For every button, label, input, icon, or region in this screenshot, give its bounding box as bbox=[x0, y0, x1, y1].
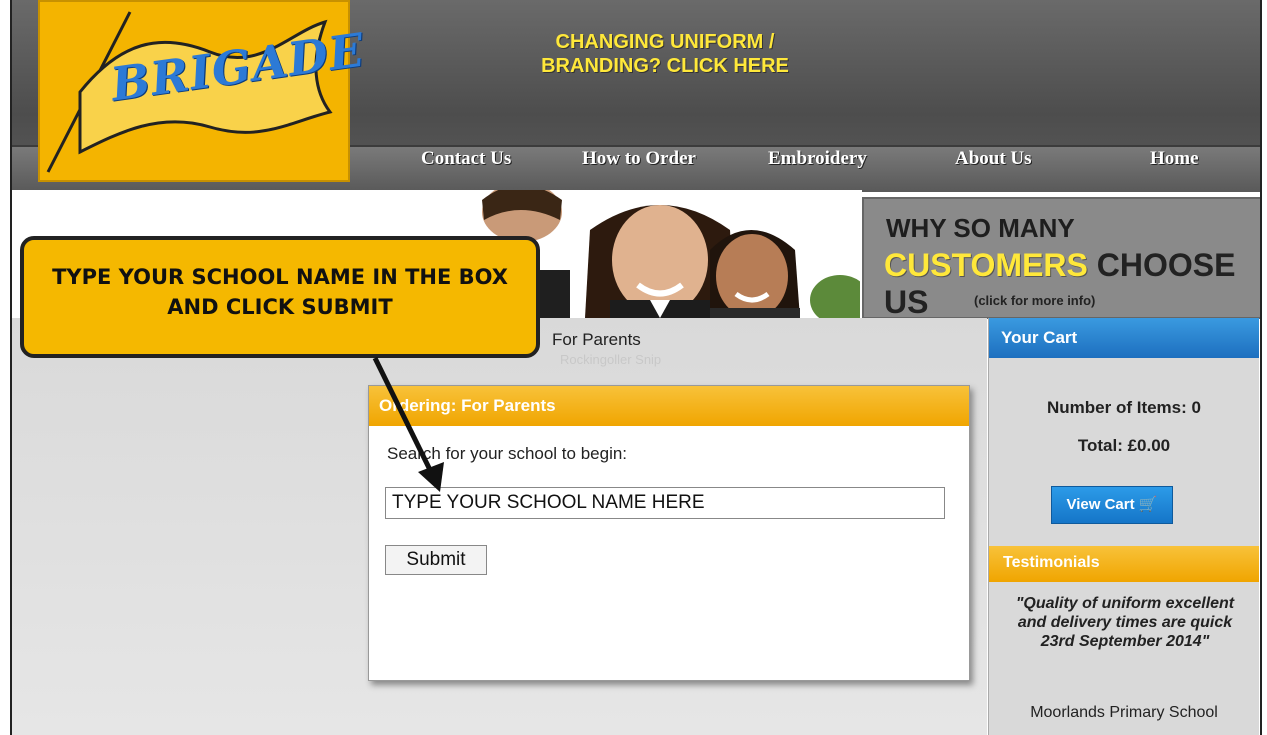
nav-how-to-order[interactable]: How to Order bbox=[582, 148, 696, 178]
why-choose-us-banner[interactable]: WHY SO MANY CUSTOMERS CHOOSE US (click f… bbox=[862, 197, 1262, 321]
callout-line-2: AND CLICK SUBMIT bbox=[167, 295, 393, 319]
faded-text: Rockingoller Snip bbox=[560, 352, 662, 367]
view-cart-button[interactable]: View Cart 🛒 bbox=[1051, 486, 1173, 524]
testimonial-author: Moorlands Primary School bbox=[1030, 704, 1218, 721]
cart-item-count: Number of Items: 0 bbox=[1047, 398, 1201, 417]
ordering-panel-header: Ordering: For Parents bbox=[369, 386, 969, 426]
cart-total: Total: £0.00 bbox=[1077, 436, 1171, 455]
cart-panel: Your Cart Number of Items: 0 Total: £0.0… bbox=[988, 318, 1259, 546]
why-line-2: CUSTOMERS CHOOSE US bbox=[884, 247, 1260, 321]
breadcrumb: For Parents bbox=[552, 330, 641, 349]
why-line-1: WHY SO MANY bbox=[886, 213, 1075, 243]
testimonials-title: Testimonials bbox=[1003, 554, 1100, 571]
nav-embroidery[interactable]: Embroidery bbox=[768, 148, 867, 178]
testimonial-quote: "Quality of uniform excellent and delive… bbox=[1015, 595, 1235, 650]
cart-icon: 🛒 bbox=[1138, 496, 1158, 513]
page: BRIGADE CHANGING UNIFORM / BRANDING? CLI… bbox=[0, 0, 1267, 735]
callout-text: TYPE YOUR SCHOOL NAME IN THE BOX AND CLI… bbox=[24, 262, 536, 322]
brand-logo[interactable]: BRIGADE bbox=[38, 0, 368, 182]
school-search-input[interactable] bbox=[385, 487, 945, 519]
callout-line-1: TYPE YOUR SCHOOL NAME IN THE BOX bbox=[52, 265, 508, 289]
cart-title: Your Cart bbox=[1001, 328, 1078, 347]
ordering-panel: Ordering: For Parents Search for your sc… bbox=[368, 385, 970, 681]
testimonials-header: Testimonials bbox=[989, 546, 1259, 582]
testimonials-panel: Testimonials "Quality of uniform excelle… bbox=[988, 546, 1259, 735]
view-cart-label: View Cart bbox=[1066, 496, 1135, 513]
right-border bbox=[1260, 0, 1262, 735]
nav-home[interactable]: Home bbox=[1150, 148, 1199, 178]
left-border bbox=[10, 0, 12, 735]
ordering-title: Ordering: For Parents bbox=[379, 396, 556, 415]
why-more-info: (click for more info) bbox=[974, 293, 1096, 308]
nav-contact-us[interactable]: Contact Us bbox=[421, 148, 511, 178]
promo-line-2: BRANDING? CLICK HERE bbox=[541, 55, 789, 77]
search-prompt: Search for your school to begin: bbox=[387, 444, 628, 463]
cart-header: Your Cart bbox=[989, 318, 1259, 358]
submit-button[interactable]: Submit bbox=[385, 545, 487, 575]
why-customers: CUSTOMERS bbox=[884, 247, 1088, 283]
instruction-callout: TYPE YOUR SCHOOL NAME IN THE BOX AND CLI… bbox=[20, 236, 540, 358]
promo-line-1: CHANGING UNIFORM / bbox=[555, 31, 775, 53]
nav-about-us[interactable]: About Us bbox=[955, 148, 1032, 178]
promo-link[interactable]: CHANGING UNIFORM / BRANDING? CLICK HERE bbox=[470, 30, 860, 78]
